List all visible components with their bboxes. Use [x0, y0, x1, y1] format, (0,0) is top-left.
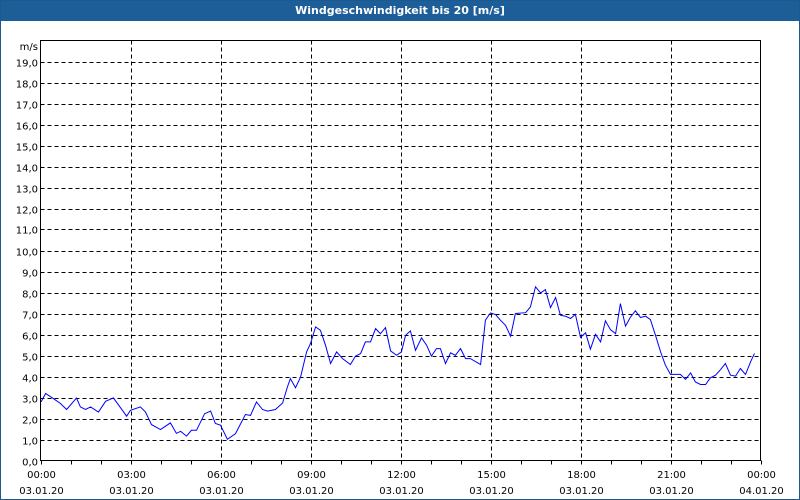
y-tick-label: 19,0 — [16, 59, 38, 70]
y-tick-label: 0,0 — [22, 458, 38, 469]
y-tick-label: 8,0 — [22, 290, 38, 301]
plot-area-border — [40, 40, 761, 461]
x-tick-date-label: 03.01.20 — [649, 486, 694, 497]
y-tick-label: 3,0 — [22, 395, 38, 406]
x-axis-labels: 00:00 03.01.20 03:00 03.01.20 06:00 03.01.20 0… — [19, 470, 784, 497]
y-tick-label: 6,0 — [22, 332, 38, 343]
x-tick-time-label: 03:00 — [117, 470, 146, 481]
line-chart: 0,0 1,0 2,0 3,0 4,0 5,0 6,0 7,0 8,0 9,0 10,0 11,0 12… — [16, 40, 784, 497]
y-axis-unit: m/s — [20, 42, 38, 53]
y-tick-label: 10,0 — [16, 248, 38, 259]
chart-window: Windgeschwindigkeit bis 20 [m/s] 0,0 1,0 2… — [0, 0, 800, 500]
y-tick-label: 5,0 — [22, 353, 38, 364]
x-tick-time-label: 09:00 — [297, 470, 326, 481]
y-tick-label: 7,0 — [22, 311, 38, 322]
x-tick-date-label: 03.01.20 — [379, 486, 424, 497]
y-tick-label: 2,0 — [22, 416, 38, 427]
x-tick-date-label: 04.01.20 — [739, 486, 784, 497]
y-tick-label: 9,0 — [22, 269, 38, 280]
x-tick-time-label: 21:00 — [657, 470, 686, 481]
x-tick-date-label: 03.01.20 — [109, 486, 154, 497]
y-tick-label: 11,0 — [16, 226, 38, 237]
x-tick-time-label: 06:00 — [207, 470, 236, 481]
x-tick-date-label: 03.01.20 — [199, 486, 244, 497]
x-tick-time-label: 18:00 — [567, 470, 596, 481]
y-tick-label: 1,0 — [22, 437, 38, 448]
y-tick-label: 14,0 — [16, 164, 38, 175]
x-tick-date-label: 03.01.20 — [559, 486, 604, 497]
x-tick-time-label: 15:00 — [477, 470, 506, 481]
series-line-wind-speed — [40, 285, 755, 441]
y-tick-label: 13,0 — [16, 185, 38, 196]
y-tick-label: 16,0 — [16, 122, 38, 133]
x-tick-time-label: 12:00 — [387, 470, 416, 481]
y-tick-label: 17,0 — [16, 101, 38, 112]
x-tick-time-label: 00:00 — [747, 470, 776, 481]
x-tick-date-label: 03.01.20 — [289, 486, 334, 497]
grid — [40, 40, 761, 461]
y-tick-label: 15,0 — [16, 143, 38, 154]
y-axis-labels: 0,0 1,0 2,0 3,0 4,0 5,0 6,0 7,0 8,0 9,0 10,0 11,0 12… — [16, 59, 38, 469]
x-tick-date-label: 03.01.20 — [469, 486, 514, 497]
y-tick-label: 18,0 — [16, 80, 38, 91]
x-tick-date-label: 03.01.20 — [19, 486, 64, 497]
y-tick-label: 4,0 — [22, 374, 38, 385]
y-tick-label: 12,0 — [16, 206, 38, 217]
x-tick-time-label: 00:00 — [27, 470, 56, 481]
